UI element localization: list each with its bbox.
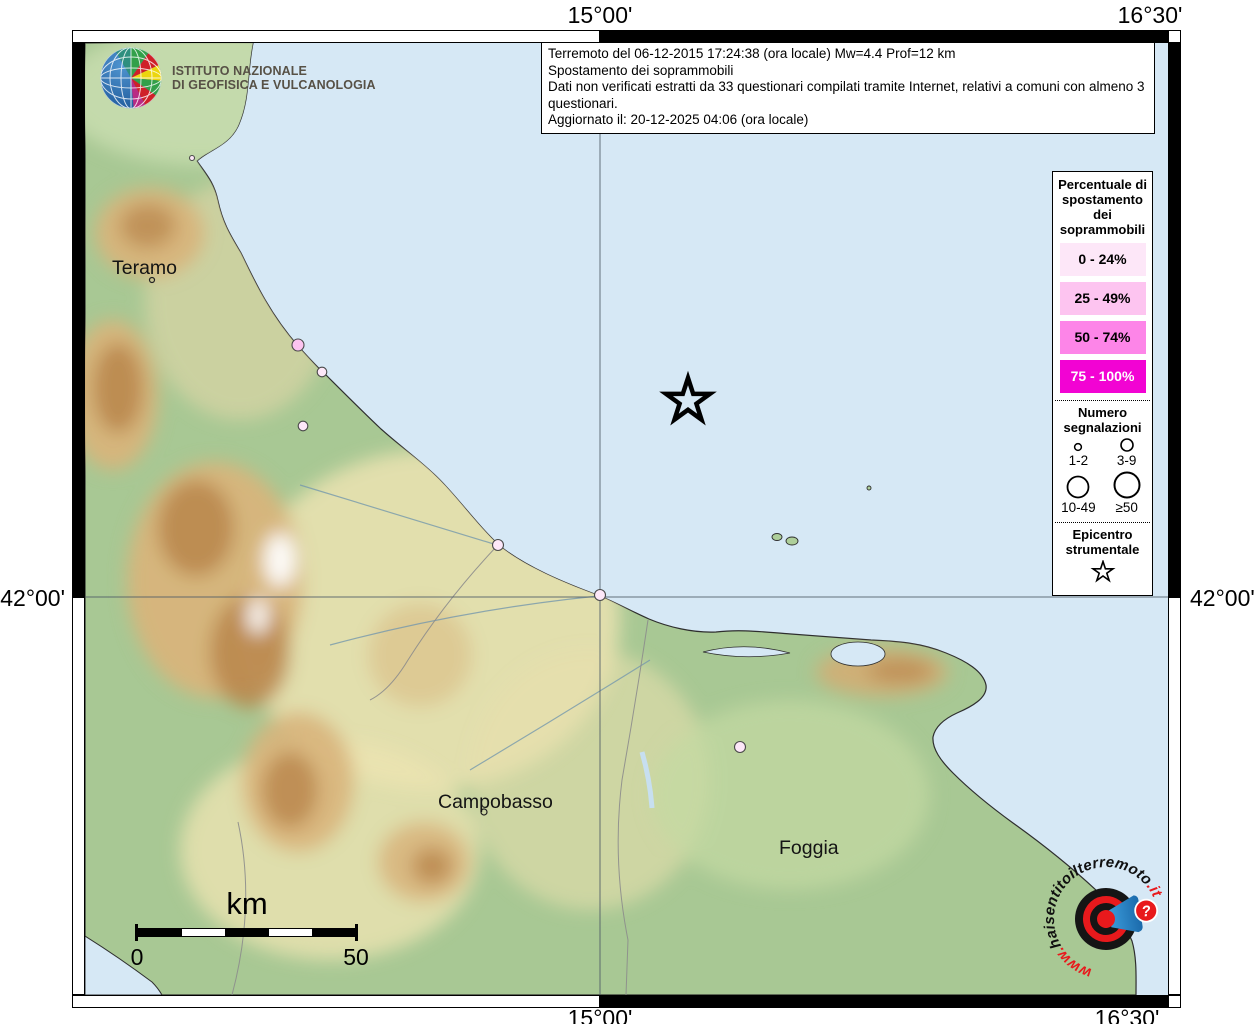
watermark-www: www. xyxy=(1051,944,1094,982)
event-info-line: Dati non verificati estratti da 33 quest… xyxy=(548,79,1148,112)
observation-marker xyxy=(190,156,195,161)
earthquake-intensity-map-page: 15°00' 16°30' 15°00' 16°30' 42°00' 42°00… xyxy=(0,0,1255,1024)
signal-size-label: 1-2 xyxy=(1069,453,1089,468)
lon-label-bottom-left: 15°00' xyxy=(568,1005,633,1024)
epicenter-legend-title: Epicentro strumentale xyxy=(1053,527,1152,557)
signals-title: Numero segnalazioni xyxy=(1053,405,1152,435)
ingv-name-line1: ISTITUTO NAZIONALE xyxy=(172,64,376,78)
signal-size-item: 10-49 xyxy=(1055,474,1101,515)
signal-size-label: ≥50 xyxy=(1115,500,1137,515)
event-info-box: Terremoto del 06-12-2015 17:24:38 (ora l… xyxy=(541,42,1155,134)
intensity-swatch: 75 - 100% xyxy=(1060,360,1146,393)
observation-marker xyxy=(298,421,308,431)
signal-circle-icon xyxy=(1112,470,1142,500)
signal-size-label: 3-9 xyxy=(1117,453,1137,468)
observation-marker xyxy=(292,339,304,351)
star-icon xyxy=(1090,560,1116,584)
map-label-foggia: Foggia xyxy=(779,837,839,860)
scalebar-unit: km xyxy=(137,886,357,922)
observation-marker xyxy=(595,590,606,601)
legend-separator xyxy=(1055,400,1150,401)
signal-size-item: ≥50 xyxy=(1104,470,1150,515)
signal-size-item: 1-2 xyxy=(1055,441,1101,468)
scalebar-tick xyxy=(135,924,138,941)
ingv-name-line2: DI GEOFISICA E VULCANOLOGIA xyxy=(172,78,376,92)
watermark-logo: www.haisentitoilterremoto.it ? xyxy=(1026,839,1186,999)
lat-label-right: 42°00' xyxy=(1190,585,1255,612)
ingv-globe-icon xyxy=(97,45,165,111)
signal-circle-icon xyxy=(1119,437,1135,453)
signal-circle-icon xyxy=(1072,441,1084,453)
lon-label-bottom-right: 16°30' xyxy=(1095,1005,1160,1024)
scalebar-start: 0 xyxy=(107,944,167,971)
lon-label-top-right: 16°30' xyxy=(1118,2,1183,29)
legend-separator xyxy=(1055,522,1150,523)
event-info-line: Spostamento dei soprammobili xyxy=(548,63,1148,80)
legend-panel: Percentuale di spostamento dei soprammob… xyxy=(1052,171,1153,596)
intensity-swatch: 25 - 49% xyxy=(1060,282,1146,315)
map-canvas xyxy=(85,43,1168,995)
signal-circle-icon xyxy=(1065,474,1091,500)
map-frame-left xyxy=(72,43,85,995)
lon-label-top-left: 15°00' xyxy=(568,2,633,29)
observation-marker xyxy=(735,742,746,753)
signal-size-item: 3-9 xyxy=(1104,437,1150,468)
observation-marker xyxy=(317,367,327,377)
legend-title: Percentuale di spostamento dei soprammob… xyxy=(1053,177,1152,237)
intensity-swatch: 0 - 24% xyxy=(1060,243,1146,276)
scalebar xyxy=(137,928,357,937)
map-label-campobasso: Campobasso xyxy=(438,791,553,814)
signal-size-label: 10-49 xyxy=(1061,500,1096,515)
intensity-swatch: 50 - 74% xyxy=(1060,321,1146,354)
scalebar-end: 50 xyxy=(326,944,386,971)
observation-marker xyxy=(493,540,504,551)
lat-label-left: 42°00' xyxy=(0,585,65,612)
ingv-logo-text: ISTITUTO NAZIONALE DI GEOFISICA E VULCAN… xyxy=(172,64,376,92)
scalebar-tick xyxy=(355,924,358,941)
event-info-line: Terremoto del 06-12-2015 17:24:38 (ora l… xyxy=(548,46,1148,63)
map-label-teramo: Teramo xyxy=(112,257,177,280)
event-info-line: Aggiornato il: 20-12-2025 04:06 (ora loc… xyxy=(548,112,1148,129)
